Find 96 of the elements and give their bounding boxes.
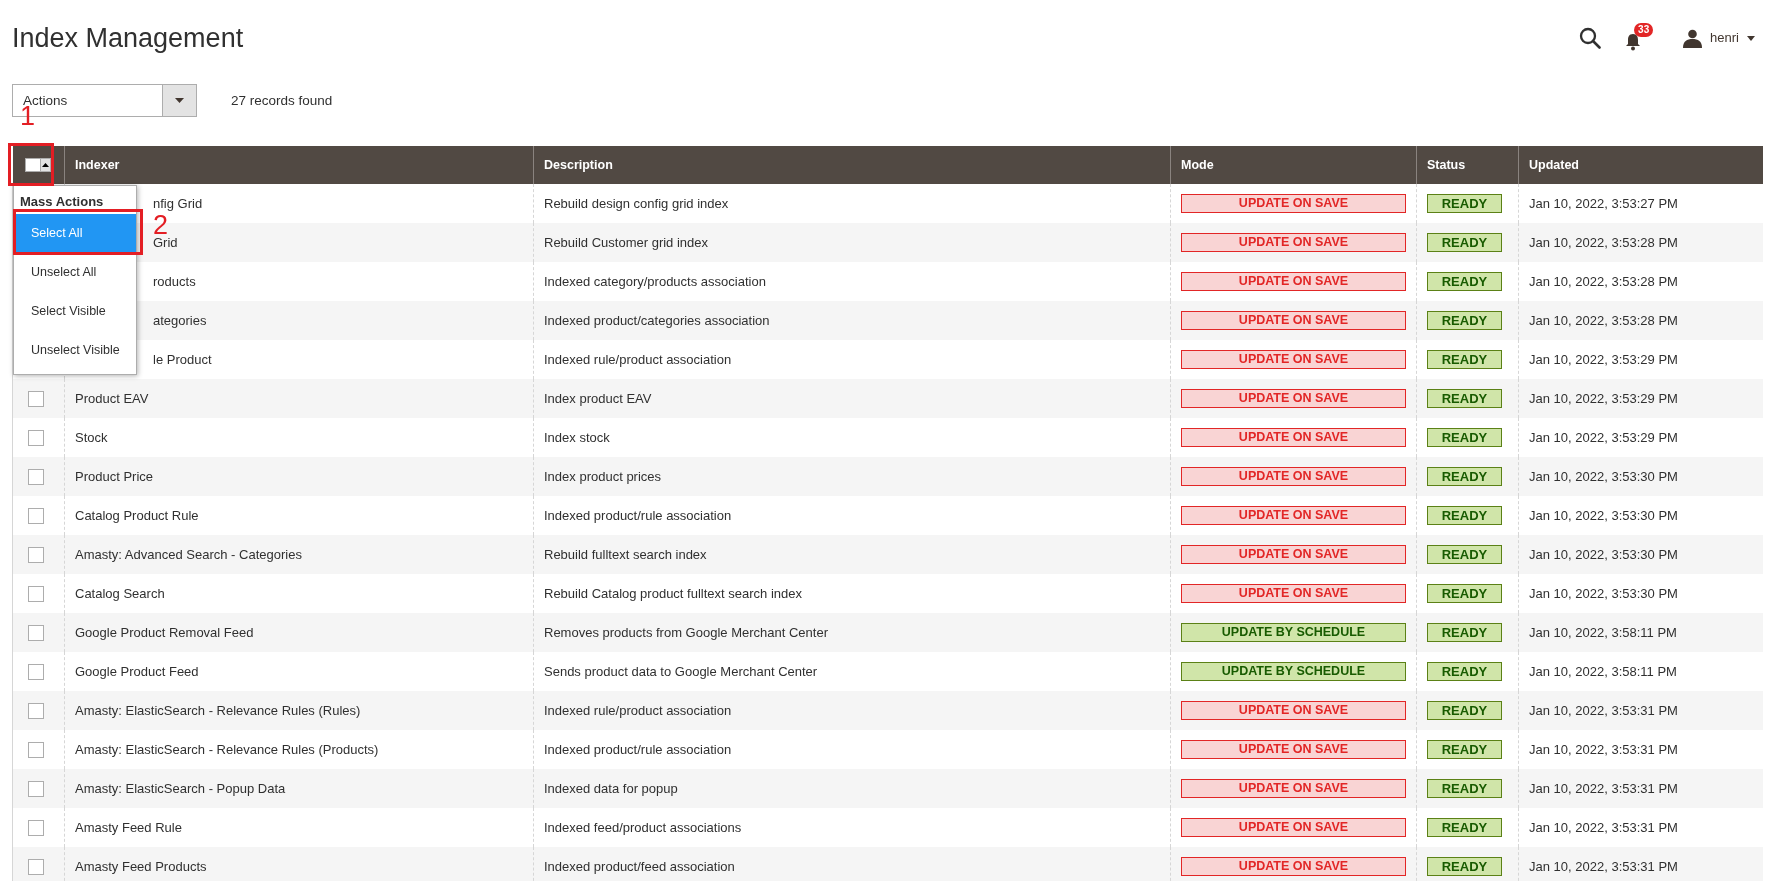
row-checkbox[interactable] (28, 625, 44, 642)
table-cell: Removes products from Google Merchant Center (533, 613, 1171, 652)
row-checkbox[interactable] (28, 742, 44, 759)
user-name: henri (1710, 29, 1739, 48)
table-cell: Amasty Feed Products (64, 847, 534, 881)
notification-count: 33 (1634, 23, 1654, 37)
mode-badge: UPDATE ON SAVE (1181, 701, 1406, 720)
row-checkbox[interactable] (28, 781, 44, 798)
mode-badge: UPDATE ON SAVE (1181, 272, 1406, 291)
mode-badge: UPDATE ON SAVE (1181, 857, 1406, 876)
status-badge: READY (1427, 233, 1502, 252)
table-cell: Jan 10, 2022, 3:53:30 PM (1518, 535, 1763, 574)
mode-badge: UPDATE ON SAVE (1181, 233, 1406, 252)
mode-badge: UPDATE ON SAVE (1181, 428, 1406, 447)
menu-item[interactable]: Unselect All (14, 252, 136, 292)
table-cell: Index product EAV (533, 379, 1171, 418)
row-checkbox[interactable] (28, 469, 44, 486)
status-badge: READY (1427, 428, 1502, 447)
status-badge: READY (1427, 389, 1502, 408)
table-cell: Jan 10, 2022, 3:53:28 PM (1518, 301, 1763, 340)
mode-badge: UPDATE ON SAVE (1181, 584, 1406, 603)
table-cell: Amasty: ElasticSearch - Relevance Rules (Rules) (64, 691, 534, 730)
table-cell: Indexed data for popup (533, 769, 1171, 808)
page-title: Index Management (12, 21, 244, 55)
mode-badge: UPDATE ON SAVE (1181, 350, 1406, 369)
status-badge: READY (1427, 194, 1502, 213)
column-header[interactable]: Updated (1518, 146, 1763, 184)
mode-badge: UPDATE ON SAVE (1181, 818, 1406, 837)
table-cell: Rebuild Customer grid index (533, 223, 1171, 262)
table-cell: Jan 10, 2022, 3:53:29 PM (1518, 379, 1763, 418)
status-badge: READY (1427, 350, 1502, 369)
mode-badge: UPDATE ON SAVE (1181, 506, 1406, 525)
row-checkbox[interactable] (28, 703, 44, 720)
status-badge: READY (1427, 584, 1502, 603)
row-checkbox[interactable] (28, 586, 44, 603)
mode-badge: UPDATE ON SAVE (1181, 389, 1406, 408)
mode-badge: UPDATE BY SCHEDULE (1181, 662, 1406, 681)
table-cell: Index product prices (533, 457, 1171, 496)
table-cell: Jan 10, 2022, 3:58:11 PM (1518, 613, 1763, 652)
column-header[interactable]: Status (1416, 146, 1519, 184)
table-cell: Jan 10, 2022, 3:53:28 PM (1518, 223, 1763, 262)
table-cell: Indexed rule/product association (533, 691, 1171, 730)
user-menu[interactable]: henri (1683, 28, 1755, 48)
mode-badge: UPDATE ON SAVE (1181, 545, 1406, 564)
mode-badge: UPDATE BY SCHEDULE (1181, 623, 1406, 642)
mode-badge: UPDATE ON SAVE (1181, 194, 1406, 213)
column-header[interactable]: Mode (1170, 146, 1417, 184)
status-badge: READY (1427, 506, 1502, 525)
table-cell: Amasty: Advanced Search - Categories (64, 535, 534, 574)
status-badge: READY (1427, 662, 1502, 681)
menu-item[interactable]: Select Visible (14, 291, 136, 331)
table-cell: Amasty: ElasticSearch - Popup Data (64, 769, 534, 808)
row-checkbox[interactable] (28, 430, 44, 447)
search-icon[interactable] (1579, 27, 1602, 49)
mass-select-checkbox[interactable] (24, 158, 51, 173)
status-badge: READY (1427, 311, 1502, 330)
bell-icon (1625, 33, 1642, 51)
table-cell: Rebuild fulltext search index (533, 535, 1171, 574)
table-cell: Indexed product/feed association (533, 847, 1171, 881)
column-header[interactable]: Description (533, 146, 1171, 184)
status-badge: READY (1427, 701, 1502, 720)
row-checkbox[interactable] (28, 391, 44, 408)
table-cell: Jan 10, 2022, 3:53:31 PM (1518, 847, 1763, 881)
mode-badge: UPDATE ON SAVE (1181, 311, 1406, 330)
row-checkbox[interactable] (28, 664, 44, 681)
table-cell: Google Product Removal Feed (64, 613, 534, 652)
column-header[interactable]: Indexer (64, 146, 534, 184)
annotation-box (8, 143, 54, 186)
table-cell: Indexed product/categories association (533, 301, 1171, 340)
status-badge: READY (1427, 779, 1502, 798)
status-badge: READY (1427, 623, 1502, 642)
user-icon (1683, 28, 1703, 48)
mode-badge: UPDATE ON SAVE (1181, 467, 1406, 486)
records-count: 27 records found (231, 92, 333, 110)
table-cell: Product Price (64, 457, 534, 496)
row-checkbox[interactable] (28, 508, 44, 525)
row-checkbox[interactable] (28, 859, 44, 876)
status-badge: READY (1427, 272, 1502, 291)
table-cell: Product EAV (64, 379, 534, 418)
status-badge: READY (1427, 545, 1502, 564)
table-cell: Jan 10, 2022, 3:53:30 PM (1518, 457, 1763, 496)
caret-icon (41, 163, 49, 168)
caret-icon (175, 98, 184, 103)
status-badge: READY (1427, 740, 1502, 759)
notifications-button[interactable]: 33 (1625, 23, 1660, 53)
status-badge: READY (1427, 467, 1502, 486)
table-cell: Jan 10, 2022, 3:53:31 PM (1518, 769, 1763, 808)
status-badge: READY (1427, 818, 1502, 837)
status-badge: READY (1427, 857, 1502, 876)
mode-badge: UPDATE ON SAVE (1181, 779, 1406, 798)
row-checkbox[interactable] (28, 547, 44, 564)
caret-icon (1747, 35, 1755, 41)
row-checkbox[interactable] (28, 820, 44, 837)
mode-badge: UPDATE ON SAVE (1181, 740, 1406, 759)
menu-item[interactable]: Unselect Visible (14, 330, 136, 370)
table-cell: Jan 10, 2022, 3:53:31 PM (1518, 691, 1763, 730)
